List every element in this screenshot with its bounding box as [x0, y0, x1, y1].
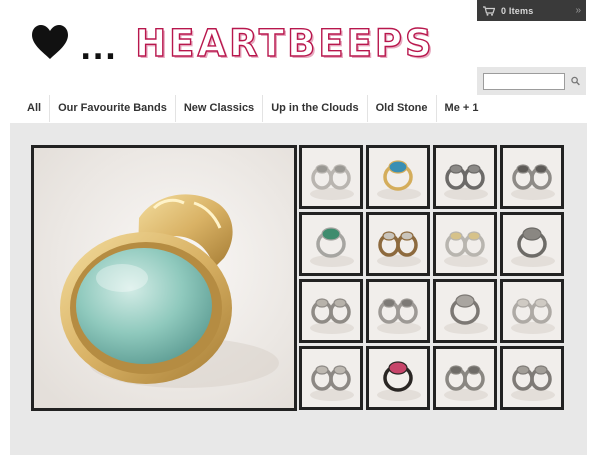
product-thumbnail[interactable] — [500, 145, 564, 209]
product-thumbnail[interactable] — [433, 346, 497, 410]
search-input[interactable] — [483, 72, 565, 90]
product-thumbnail[interactable] — [433, 145, 497, 209]
cart-icon — [483, 5, 495, 16]
cart-button[interactable]: 0 Items » — [477, 0, 586, 21]
product-thumbnail[interactable] — [366, 212, 430, 276]
search-bar — [477, 67, 586, 95]
search-icon[interactable] — [571, 76, 580, 86]
product-thumbnail[interactable] — [500, 346, 564, 410]
nav-item-all[interactable]: All — [19, 95, 51, 122]
product-thumbnail[interactable] — [433, 212, 497, 276]
brand-name: HEARTBEEPS — [135, 21, 435, 65]
product-thumbnail[interactable] — [500, 279, 564, 343]
product-thumbnail[interactable] — [433, 279, 497, 343]
category-nav: All Our Favourite Bands New Classics Up … — [19, 95, 486, 122]
product-thumbnail[interactable] — [299, 145, 363, 209]
product-thumbnail[interactable] — [299, 346, 363, 410]
featured-product-image[interactable] — [31, 145, 297, 411]
cart-count: 0 Items — [501, 5, 534, 16]
product-thumbnail[interactable] — [366, 279, 430, 343]
cart-arrow-icon: » — [575, 5, 580, 16]
nav-item-me-plus-1[interactable]: Me + 1 — [437, 95, 487, 122]
product-thumbnail[interactable] — [366, 346, 430, 410]
site-logo[interactable]: ... HEARTBEEPS — [30, 18, 435, 68]
nav-item-our-favourite-bands[interactable]: Our Favourite Bands — [50, 95, 176, 122]
product-gallery — [10, 123, 587, 455]
product-thumbnail[interactable] — [500, 212, 564, 276]
product-thumbnail[interactable] — [299, 279, 363, 343]
nav-item-up-in-the-clouds[interactable]: Up in the Clouds — [263, 95, 368, 122]
heart-icon — [32, 25, 68, 59]
logo-dots: ... — [80, 31, 118, 67]
nav-item-new-classics[interactable]: New Classics — [176, 95, 264, 122]
product-thumbnail[interactable] — [299, 212, 363, 276]
nav-item-old-stone[interactable]: Old Stone — [368, 95, 437, 122]
product-thumbnail[interactable] — [366, 145, 430, 209]
